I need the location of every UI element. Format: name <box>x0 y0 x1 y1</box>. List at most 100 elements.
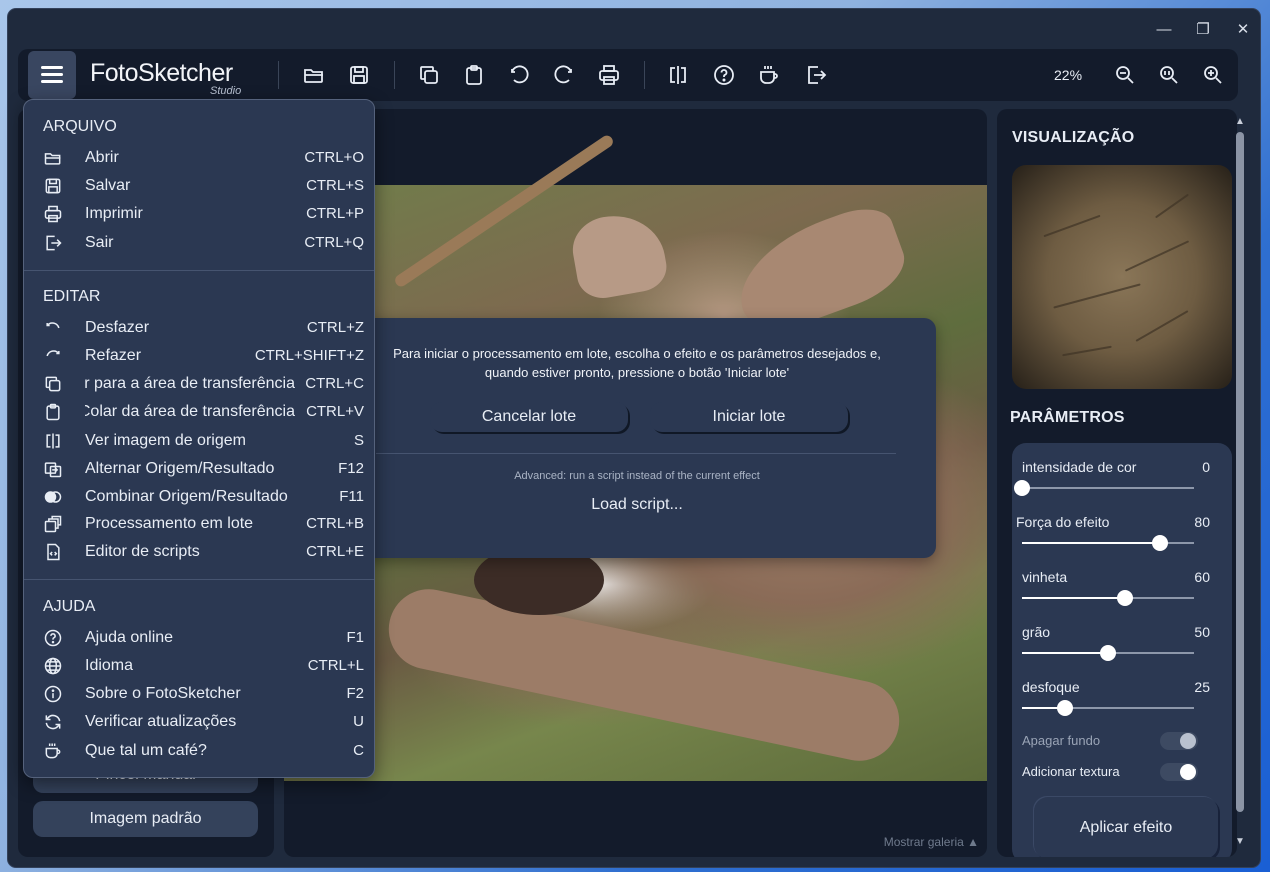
menu-item[interactable]: Colar da área de transferência CTRL+V <box>24 399 374 425</box>
save-icon[interactable] <box>347 63 371 87</box>
param-value: 50 <box>1194 624 1210 640</box>
batch-processing-dialog: Para iniciar o processamento em lote, es… <box>358 318 936 558</box>
slider-thumb[interactable] <box>1057 700 1073 716</box>
menu-item[interactable]: Sobre o FotoSketcher F2 <box>24 681 374 707</box>
menu-item[interactable]: Refazer CTRL+SHIFT+Z <box>24 343 374 369</box>
menu-item-shortcut: CTRL+E <box>306 543 364 560</box>
parameters-panel: intensidade de cor 0 Força do efeito 80 vinh… <box>1012 443 1232 857</box>
zoom-in-icon[interactable] <box>1201 63 1225 87</box>
menu-item[interactable]: Salvar CTRL+S <box>24 173 374 199</box>
minimize-button[interactable]: — <box>1151 19 1177 41</box>
start-batch-button[interactable]: Iniciar lote <box>650 402 848 432</box>
menu-item-shortcut: C <box>353 742 364 759</box>
right-panel: VISUALIZAÇÃO PARÂMETROS intensidade de c… <box>997 109 1237 857</box>
save-icon <box>43 176 63 196</box>
param-value: 25 <box>1194 679 1210 695</box>
main-dropdown-menu: ARQUIVO Abrir CTRL+O Salvar CTRL+S Imprimir CT… <box>23 99 375 778</box>
coffee-icon <box>43 741 63 761</box>
swap-icon <box>43 459 63 479</box>
menu-item-label: Copiar para a área de transferência <box>85 375 295 392</box>
menu-item[interactable]: Idioma CTRL+L <box>24 653 374 679</box>
blend-icon <box>43 487 63 507</box>
menu-item-shortcut: CTRL+S <box>306 177 364 194</box>
param-slider[interactable] <box>1022 590 1194 606</box>
menu-item[interactable]: Desfazer CTRL+Z <box>24 315 374 341</box>
menu-item-label: Editor de scripts <box>85 543 200 560</box>
slider-thumb[interactable] <box>1151 535 1168 551</box>
param-slider[interactable] <box>1022 535 1194 551</box>
menu-item-label: Sair <box>85 234 114 251</box>
menu-item-label: Abrir <box>85 149 119 166</box>
param-label: grão <box>1022 624 1051 640</box>
remove-background-label: Apagar fundo <box>1022 733 1101 748</box>
menu-item[interactable]: Abrir CTRL+O <box>24 145 374 171</box>
exit-icon <box>43 233 63 253</box>
menu-item[interactable]: Que tal um café? C <box>24 738 374 764</box>
zoom-actual-size-icon[interactable] <box>1157 63 1181 87</box>
menu-item-shortcut: U <box>353 713 364 730</box>
right-panel-scrollbar[interactable]: ▲ ▼ <box>1233 112 1247 852</box>
help-icon[interactable] <box>712 63 736 87</box>
menu-item-shortcut: S <box>353 432 364 449</box>
menu-item-shortcut: CTRL+L <box>307 657 364 674</box>
apply-effect-button[interactable]: Aplicar efeito <box>1034 797 1218 857</box>
app-logo: FotoSketcher <box>90 59 233 87</box>
load-script-link[interactable]: Load script... <box>358 496 916 514</box>
paste-icon[interactable] <box>462 63 486 87</box>
print-icon[interactable] <box>597 63 621 87</box>
redo-icon[interactable] <box>552 63 576 87</box>
slider-thumb[interactable] <box>1117 590 1134 606</box>
menu-item[interactable]: Copiar para a área de transferência CTRL+… <box>24 371 374 397</box>
menu-item[interactable]: Combinar Origem/Resultado F11 <box>24 484 374 510</box>
param-slider[interactable] <box>1014 480 1194 496</box>
menu-item[interactable]: Alternar Origem/Resultado F12 <box>24 456 374 482</box>
menu-item[interactable]: Processamento em lote CTRL+B <box>24 511 374 537</box>
scrollbar-thumb[interactable] <box>1236 132 1244 812</box>
remove-background-toggle[interactable] <box>1160 732 1198 750</box>
zoom-out-icon[interactable] <box>1113 63 1137 87</box>
menu-item[interactable]: Ajuda online F1 <box>24 625 374 651</box>
menu-item[interactable]: Imprimir CTRL+P <box>24 201 374 227</box>
menu-item-shortcut: F1 <box>346 629 364 646</box>
param-label: desfoque <box>1022 679 1080 695</box>
param-slider[interactable] <box>1022 645 1194 661</box>
menu-item-shortcut: CTRL+Z <box>306 319 364 336</box>
slider-thumb[interactable] <box>1014 480 1030 496</box>
coffee-icon[interactable] <box>757 63 781 87</box>
close-button[interactable]: ✕ <box>1230 19 1256 41</box>
scroll-down-icon[interactable]: ▼ <box>1233 836 1247 847</box>
hamburger-menu-button[interactable] <box>28 51 76 99</box>
menu-item-label: Colar da área de transferência <box>85 403 295 420</box>
menu-divider <box>24 270 374 271</box>
toolbar-divider <box>278 61 279 89</box>
menu-item[interactable]: Ver imagem de origem S <box>24 428 374 454</box>
cancel-batch-button[interactable]: Cancelar lote <box>430 402 628 432</box>
undo-icon[interactable] <box>507 63 531 87</box>
menu-item-shortcut: CTRL+B <box>306 515 364 532</box>
menu-item-label: Ver imagem de origem <box>85 432 246 449</box>
scroll-up-icon[interactable]: ▲ <box>1233 116 1247 127</box>
menu-item-shortcut: CTRL+V <box>306 403 364 420</box>
open-icon[interactable] <box>302 63 326 87</box>
menu-item-label: Imprimir <box>85 205 143 222</box>
default-image-button[interactable]: Imagem padrão <box>33 801 258 837</box>
redo-icon <box>43 346 63 366</box>
copy-icon[interactable] <box>417 63 441 87</box>
dialog-divider <box>376 453 896 454</box>
param-slider[interactable] <box>1022 700 1194 716</box>
show-gallery-toggle[interactable]: Mostrar galeria ▲ <box>884 835 979 849</box>
add-texture-toggle[interactable] <box>1160 763 1198 781</box>
slider-fill <box>1022 542 1160 544</box>
effect-preview-thumbnail[interactable] <box>1012 165 1232 389</box>
slider-fill <box>1022 597 1126 599</box>
title-bar: — ❐ ✕ <box>8 9 1260 49</box>
param-label: vinheta <box>1022 569 1068 585</box>
exit-icon[interactable] <box>804 63 828 87</box>
menu-item[interactable]: Sair CTRL+Q <box>24 230 374 256</box>
menu-item[interactable]: Editor de scripts CTRL+E <box>24 539 374 565</box>
menu-item[interactable]: Verificar atualizações U <box>24 709 374 735</box>
compare-icon[interactable] <box>666 63 690 87</box>
menu-section-editar: EDITAR <box>43 288 101 305</box>
restore-button[interactable]: ❐ <box>1190 19 1216 41</box>
slider-thumb[interactable] <box>1100 645 1116 661</box>
